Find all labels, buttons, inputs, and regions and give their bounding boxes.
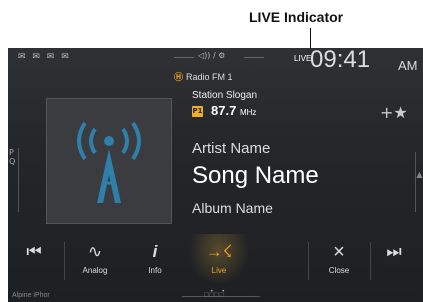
skip-forward-icon: ⏭ (386, 242, 402, 261)
source-indicator: Ⓗ Radio FM 1 (174, 70, 233, 83)
info-label: Info (148, 266, 162, 275)
status-divider-right (244, 57, 264, 58)
head-unit-screen: ✉ ✉ ✉ ✉ ◁)) / ⚙ LIVE 09:41 AM Ⓗ Radio FM … (8, 48, 423, 302)
album-name: Album Name (192, 200, 273, 216)
station-slogan: Station Slogan (192, 90, 258, 101)
divider (64, 242, 65, 280)
right-side-tab[interactable]: ▲ (415, 152, 423, 212)
analog-button[interactable]: ∿ Analog (70, 234, 120, 286)
hd-radio-icon: Ⓗ (174, 72, 184, 82)
divider (308, 242, 309, 280)
status-icons: ✉ ✉ ✉ ✉ (18, 52, 71, 62)
side-tab-label-q: Q (9, 157, 16, 166)
footer-page-boxes: □□□□ (204, 292, 225, 299)
skip-back-icon: ⏮ (26, 242, 42, 261)
source-name: Radio FM 1 (186, 72, 233, 82)
divider (370, 242, 371, 280)
callout-label: LIVE Indicator (249, 9, 344, 25)
info-icon: i (152, 242, 158, 261)
clock-ampm: AM (398, 58, 418, 73)
frequency-value: 87.7 (211, 103, 237, 118)
live-button[interactable]: →☇ Live (192, 234, 246, 286)
side-tab-label-p: P (9, 148, 14, 157)
status-bar: ✉ ✉ ✉ ✉ ◁)) / ⚙ LIVE 09:41 AM (8, 48, 423, 73)
device-name: Alpine iPhor (12, 292, 50, 299)
frequency-display: 87.7 MHz (211, 103, 256, 118)
live-label: Live (211, 266, 227, 275)
info-button[interactable]: i Info (130, 234, 180, 286)
close-label: Close (328, 266, 350, 275)
volume-settings-indicator: ◁)) / ⚙ (198, 51, 226, 60)
live-arrow-icon: →☇ (205, 242, 233, 261)
add-favorite-button[interactable]: +★ (380, 103, 408, 122)
left-side-tab[interactable]: P Q (8, 148, 19, 212)
live-indicator: LIVE (294, 54, 312, 63)
control-bar: ⏮ ∿ Analog i Info →☇ Live × Close ⏭ (8, 234, 423, 286)
status-divider-left (174, 57, 194, 58)
artist-name: Artist Name (192, 140, 271, 157)
analog-label: Analog (82, 266, 108, 275)
next-button[interactable]: ⏭ (374, 234, 414, 286)
preset-badge: P1 (192, 106, 203, 117)
clock-time: 09:41 (310, 48, 371, 73)
song-name: Song Name (192, 162, 319, 189)
analog-wave-icon: ∿ (87, 242, 103, 261)
frequency-unit: MHz (239, 108, 257, 117)
close-button[interactable]: × Close (314, 234, 364, 286)
album-art (46, 98, 172, 224)
callout-annotation: LIVE Indicator (0, 0, 423, 94)
previous-button[interactable]: ⏮ (16, 234, 52, 286)
footer-bar: Alpine iPhor □□□□ (8, 292, 423, 302)
close-icon: × (333, 241, 345, 263)
broadcast-tower-icon (77, 121, 141, 203)
